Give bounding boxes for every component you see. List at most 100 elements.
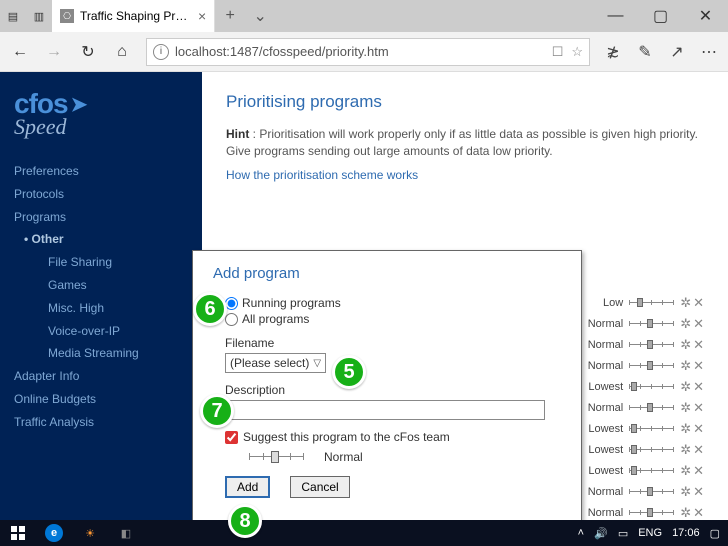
nav-other[interactable]: Other bbox=[24, 228, 188, 251]
row-icons: ✲✕ bbox=[680, 484, 704, 500]
gear-icon[interactable]: ✲ bbox=[680, 295, 691, 311]
priority-slider-mini[interactable] bbox=[629, 298, 674, 308]
window-minimize[interactable]: — bbox=[593, 0, 638, 32]
radio-running-label: Running programs bbox=[242, 296, 341, 310]
priority-slider-mini[interactable] bbox=[629, 445, 674, 455]
radio-all-input[interactable] bbox=[225, 313, 238, 326]
gear-icon[interactable]: ✲ bbox=[680, 505, 691, 521]
taskbar-app-2[interactable]: ☀ bbox=[72, 520, 108, 546]
description-input[interactable] bbox=[225, 400, 545, 420]
gear-icon[interactable]: ✲ bbox=[680, 442, 691, 458]
delete-icon[interactable]: ✕ bbox=[693, 316, 704, 332]
new-tab-button[interactable]: + bbox=[215, 0, 245, 32]
nav-preferences[interactable]: Preferences bbox=[14, 160, 188, 183]
howto-link[interactable]: How the prioritisation scheme works bbox=[226, 168, 704, 182]
delete-icon[interactable]: ✕ bbox=[693, 421, 704, 437]
window-close[interactable]: ✕ bbox=[683, 0, 728, 32]
browser-tab[interactable]: ⎔ Traffic Shaping Priorities × bbox=[52, 0, 215, 32]
edge-icon: e bbox=[45, 524, 63, 542]
address-bar[interactable]: i localhost:1487/cfosspeed/priority.htm … bbox=[146, 38, 590, 66]
tray-up-icon[interactable]: ˄ bbox=[578, 527, 584, 539]
radio-running-programs[interactable]: Running programs bbox=[225, 296, 561, 310]
back-button[interactable]: ← bbox=[4, 36, 36, 68]
priority-slider-row: Normal bbox=[249, 450, 561, 464]
delete-icon[interactable]: ✕ bbox=[693, 484, 704, 500]
delete-icon[interactable]: ✕ bbox=[693, 379, 704, 395]
start-button[interactable] bbox=[0, 520, 36, 546]
more-button[interactable]: ⋯ bbox=[694, 36, 724, 68]
priority-slider-mini[interactable] bbox=[629, 466, 674, 476]
delete-icon[interactable]: ✕ bbox=[693, 505, 704, 521]
nav-file-sharing[interactable]: File Sharing bbox=[48, 251, 188, 274]
logo-text-2: Speed bbox=[14, 114, 188, 140]
forward-button[interactable]: → bbox=[38, 36, 70, 68]
priority-slider[interactable] bbox=[249, 450, 304, 464]
nav-misc-high[interactable]: Misc. High bbox=[48, 297, 188, 320]
annotation-badge-8: 8 bbox=[228, 504, 262, 538]
delete-icon[interactable]: ✕ bbox=[693, 400, 704, 416]
delete-icon[interactable]: ✕ bbox=[693, 295, 704, 311]
slider-thumb[interactable] bbox=[271, 451, 279, 463]
gear-icon[interactable]: ✲ bbox=[680, 316, 691, 332]
tray-notifications-icon[interactable]: ▢ bbox=[710, 527, 720, 540]
program-row: Normal✲✕ bbox=[573, 397, 704, 418]
priority-slider-mini[interactable] bbox=[629, 508, 674, 518]
site-info-icon[interactable]: i bbox=[153, 44, 169, 60]
reading-view-icon[interactable]: ☐ bbox=[552, 44, 564, 60]
tray-time[interactable]: 17:06 bbox=[672, 527, 700, 539]
reload-button[interactable]: ↻ bbox=[72, 36, 104, 68]
gear-icon[interactable]: ✲ bbox=[680, 421, 691, 437]
priority-slider-mini[interactable] bbox=[629, 424, 674, 434]
radio-all-programs[interactable]: All programs bbox=[225, 312, 561, 326]
nav-games[interactable]: Games bbox=[48, 274, 188, 297]
gear-icon[interactable]: ✲ bbox=[680, 400, 691, 416]
nav-voip[interactable]: Voice-over-IP bbox=[48, 320, 188, 343]
priority-slider-mini[interactable] bbox=[629, 361, 674, 371]
priority-slider-mini[interactable] bbox=[629, 382, 674, 392]
delete-icon[interactable]: ✕ bbox=[693, 463, 704, 479]
nav-traffic-analysis[interactable]: Traffic Analysis bbox=[14, 411, 188, 434]
close-icon[interactable]: × bbox=[198, 8, 206, 24]
priority-slider-mini[interactable] bbox=[629, 319, 674, 329]
priority-slider-mini[interactable] bbox=[629, 487, 674, 497]
gear-icon[interactable]: ✲ bbox=[680, 379, 691, 395]
gear-icon[interactable]: ✲ bbox=[680, 484, 691, 500]
gear-icon[interactable]: ✲ bbox=[680, 358, 691, 374]
tray-network-icon[interactable]: ▭ bbox=[618, 527, 628, 540]
row-icons: ✲✕ bbox=[680, 421, 704, 437]
suggest-checkbox[interactable] bbox=[225, 431, 238, 444]
program-row: Normal✲✕ bbox=[573, 334, 704, 355]
tab-chevron-icon[interactable]: ⌄ bbox=[245, 0, 275, 32]
nav-media[interactable]: Media Streaming bbox=[48, 342, 188, 365]
priority-slider-mini[interactable] bbox=[629, 403, 674, 413]
favorites-button[interactable]: ≵ bbox=[598, 36, 628, 68]
nav-programs[interactable]: Programs bbox=[14, 206, 188, 229]
favorite-star-icon[interactable]: ☆ bbox=[571, 44, 583, 60]
notes-button[interactable]: ✎ bbox=[630, 36, 660, 68]
cancel-button[interactable]: Cancel bbox=[290, 476, 349, 498]
gear-icon[interactable]: ✲ bbox=[680, 463, 691, 479]
suggest-checkbox-row[interactable]: Suggest this program to the cFos team bbox=[225, 430, 561, 444]
filename-select-value: (Please select) bbox=[230, 356, 309, 370]
program-row: Lowest✲✕ bbox=[573, 439, 704, 460]
add-button[interactable]: Add bbox=[225, 476, 270, 498]
tray-lang[interactable]: ENG bbox=[638, 527, 662, 539]
tabs-preview-icon[interactable]: ▥ bbox=[26, 0, 52, 32]
filename-select[interactable]: (Please select) ▽ bbox=[225, 353, 326, 373]
nav-online-budgets[interactable]: Online Budgets bbox=[14, 388, 188, 411]
priority-slider-mini[interactable] bbox=[629, 340, 674, 350]
home-button[interactable]: ⌂ bbox=[106, 36, 138, 68]
share-button[interactable]: ↗ bbox=[662, 36, 692, 68]
window-maximize[interactable]: ▢ bbox=[638, 0, 683, 32]
delete-icon[interactable]: ✕ bbox=[693, 337, 704, 353]
taskbar-app-3[interactable]: ◧ bbox=[108, 520, 144, 546]
nav-protocols[interactable]: Protocols bbox=[14, 183, 188, 206]
delete-icon[interactable]: ✕ bbox=[693, 442, 704, 458]
taskbar-edge[interactable]: e bbox=[36, 520, 72, 546]
tray-volume-icon[interactable]: 🔊 bbox=[594, 527, 608, 540]
sidebar-toggle-icon[interactable]: ▤ bbox=[0, 0, 26, 32]
gear-icon[interactable]: ✲ bbox=[680, 337, 691, 353]
hint-body: : Prioritisation will work properly only… bbox=[226, 127, 698, 158]
delete-icon[interactable]: ✕ bbox=[693, 358, 704, 374]
nav-adapter-info[interactable]: Adapter Info bbox=[14, 365, 188, 388]
